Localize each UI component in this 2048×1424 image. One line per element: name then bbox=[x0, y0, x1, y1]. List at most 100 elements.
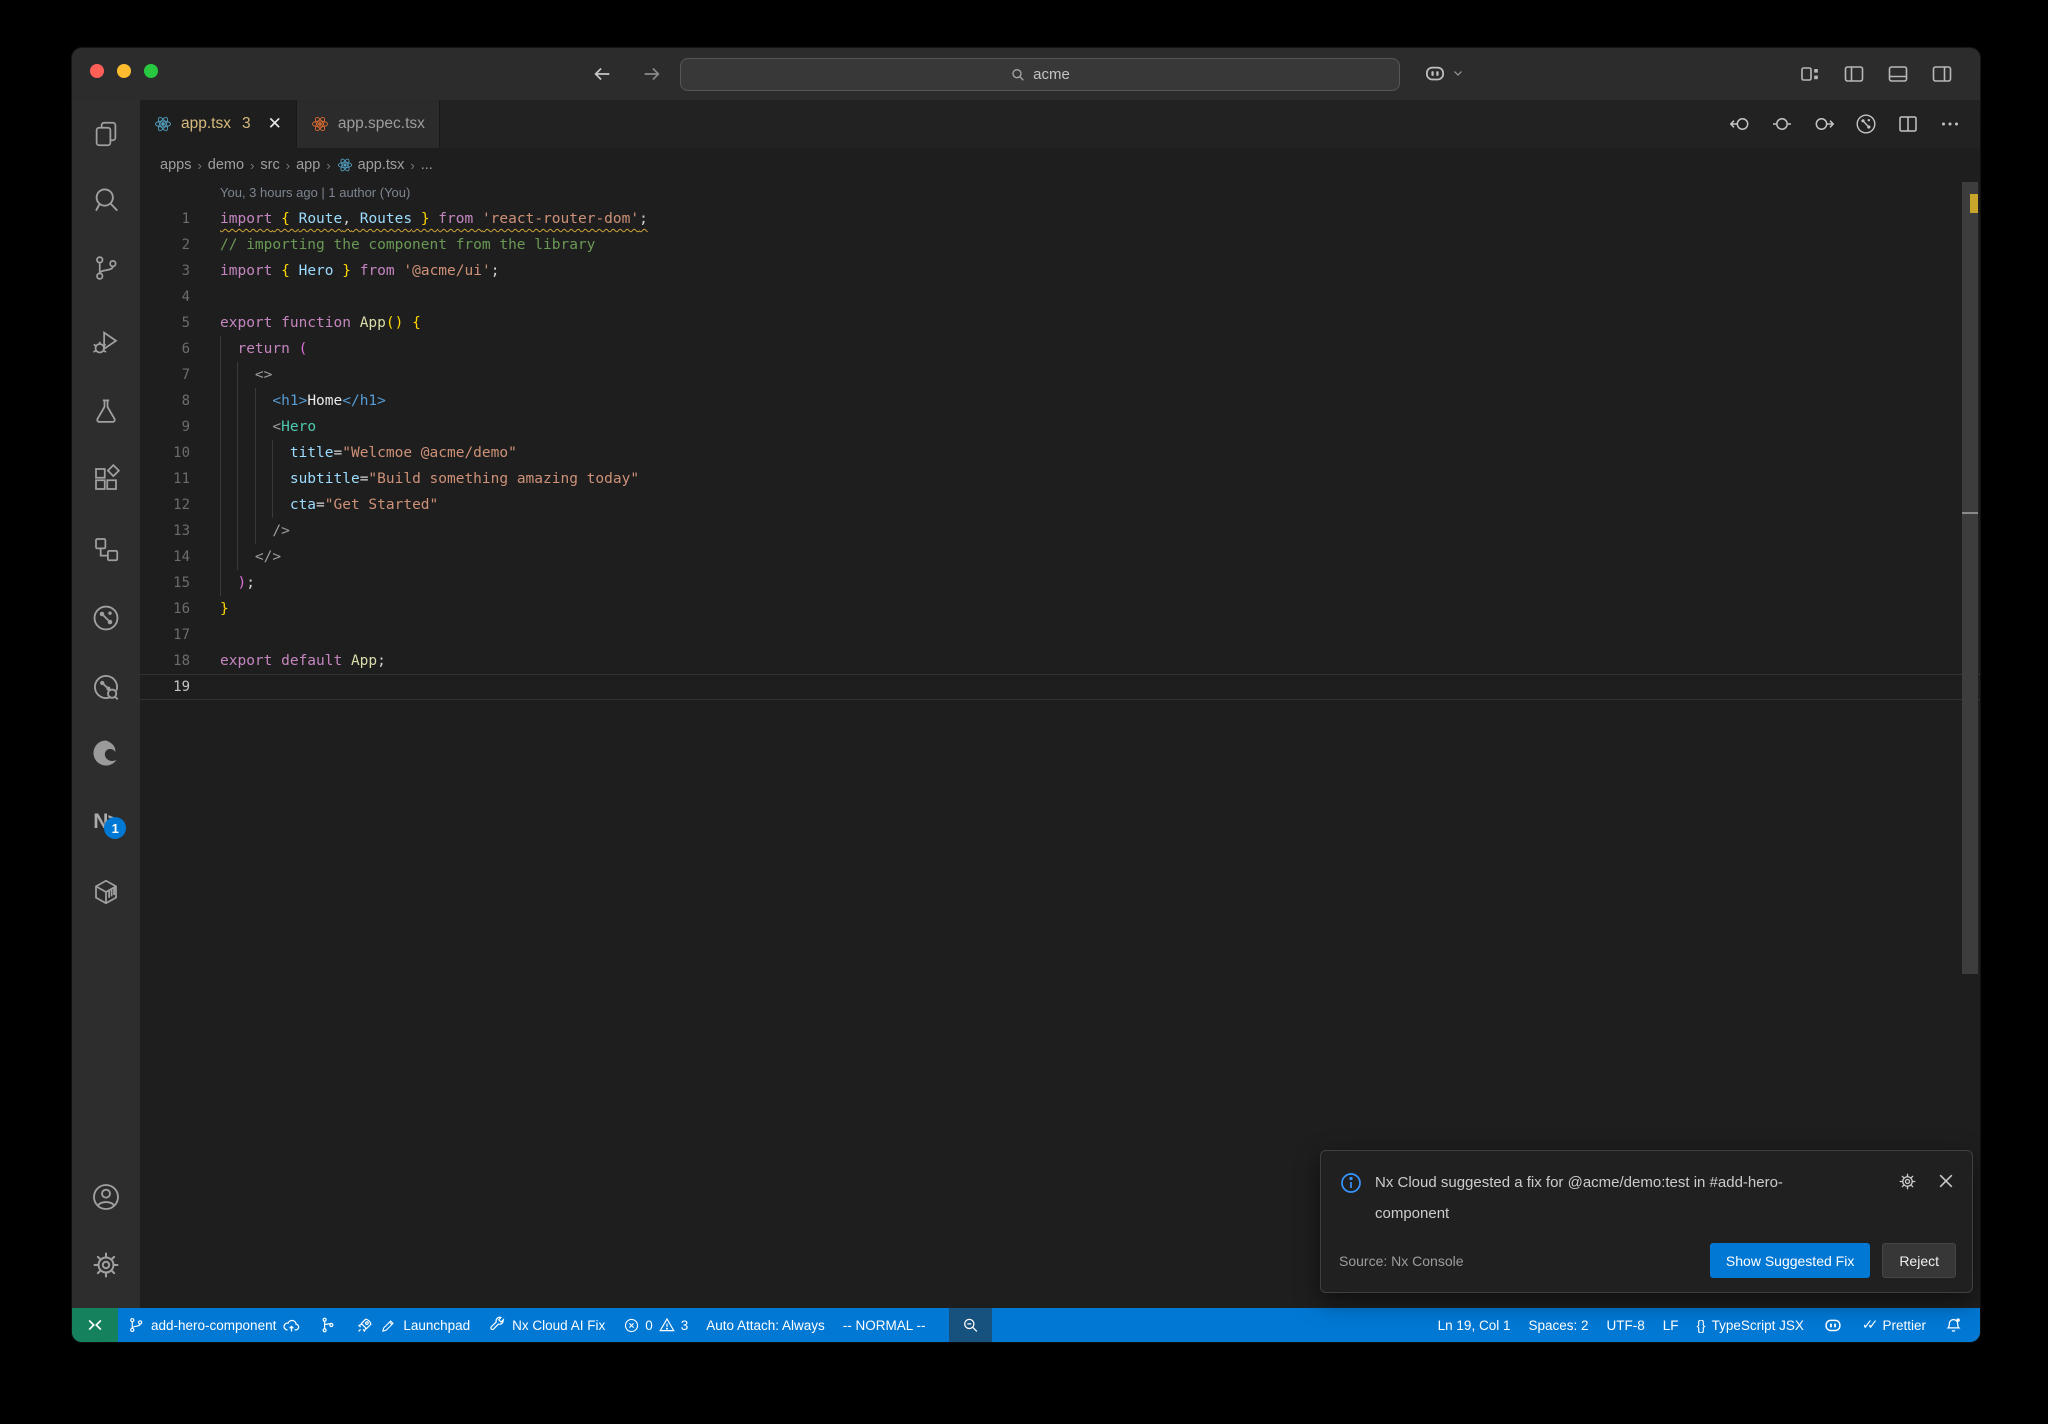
cursor-position-item[interactable]: Ln 19, Col 1 bbox=[1429, 1308, 1520, 1342]
toggle-secondary-sidebar-button[interactable] bbox=[1928, 60, 1956, 88]
code-line: 8 <h1>Home</h1> bbox=[181, 393, 386, 409]
code-line: 18 export default App; bbox=[173, 653, 386, 669]
scrollbar-track bbox=[1962, 182, 1978, 1308]
encoding-item[interactable]: UTF-8 bbox=[1598, 1308, 1654, 1342]
indent-guide bbox=[255, 388, 256, 544]
breadcrumb-item[interactable]: src bbox=[260, 157, 279, 173]
notification-source: Source: Nx Console bbox=[1339, 1252, 1464, 1269]
chevron-right-icon: › bbox=[250, 157, 255, 173]
search-icon[interactable] bbox=[86, 180, 126, 220]
nx-graph-icon[interactable] bbox=[86, 598, 126, 638]
reject-button[interactable]: Reject bbox=[1882, 1243, 1956, 1278]
run-debug-icon[interactable] bbox=[86, 322, 126, 362]
close-window-button[interactable] bbox=[90, 64, 104, 78]
code-line: 14 </> bbox=[173, 549, 282, 565]
chevron-right-icon: › bbox=[326, 157, 331, 173]
language-mode-item[interactable]: {} TypeScript JSX bbox=[1688, 1308, 1813, 1342]
breadcrumb-item[interactable]: demo bbox=[208, 157, 244, 173]
indentation-item[interactable]: Spaces: 2 bbox=[1519, 1308, 1597, 1342]
run-graph-icon[interactable] bbox=[1854, 112, 1878, 136]
tab-app-spec-tsx[interactable]: app.spec.tsx bbox=[296, 100, 440, 148]
command-center-search[interactable]: acme bbox=[680, 58, 1400, 91]
search-icon bbox=[1012, 68, 1024, 81]
git-branch-icon bbox=[130, 1317, 143, 1333]
explorer-icon[interactable] bbox=[86, 114, 126, 154]
git-branch-item[interactable]: add-hero-component bbox=[118, 1308, 310, 1342]
previous-change-icon[interactable] bbox=[1728, 112, 1752, 136]
zoom-indicator-item[interactable] bbox=[948, 1308, 992, 1342]
current-change-icon[interactable] bbox=[1770, 112, 1794, 136]
notification-settings-gear-icon[interactable] bbox=[1897, 1171, 1918, 1192]
notifications-bell-item[interactable] bbox=[1935, 1308, 1972, 1342]
eol-item[interactable]: LF bbox=[1654, 1308, 1688, 1342]
code-line: 1 import { Route, Routes } from 'react-ro… bbox=[181, 211, 648, 227]
notification-close-icon[interactable] bbox=[1936, 1171, 1956, 1191]
launchpad-label: Launchpad bbox=[403, 1317, 471, 1333]
overview-cursor-marker bbox=[1962, 512, 1978, 514]
wrench-icon bbox=[490, 1316, 505, 1331]
scrollbar-slider[interactable] bbox=[1962, 182, 1978, 974]
code-editor[interactable]: You, 3 hours ago | 1 author (You) 1 impor… bbox=[140, 182, 1980, 1308]
toggle-primary-sidebar-button[interactable] bbox=[1840, 60, 1868, 88]
breadcrumb-item-symbol[interactable]: ... bbox=[421, 157, 433, 173]
code-line: 16} bbox=[173, 601, 229, 617]
breadcrumb-item[interactable]: app bbox=[296, 157, 320, 173]
settings-gear-icon[interactable] bbox=[86, 1245, 126, 1285]
close-tab-icon[interactable]: ✕ bbox=[268, 114, 282, 134]
sidebar-left-icon bbox=[1844, 66, 1864, 82]
breadcrumb-item[interactable]: apps bbox=[160, 157, 191, 173]
source-control-icon[interactable] bbox=[86, 248, 126, 288]
double-check-icon: ✓✓ bbox=[1861, 1317, 1878, 1332]
project-structure-icon[interactable] bbox=[86, 529, 126, 569]
testing-icon[interactable] bbox=[86, 391, 126, 431]
overview-warning-marker bbox=[1970, 194, 1978, 213]
maximize-window-button[interactable] bbox=[144, 64, 158, 78]
breadcrumb-item-file[interactable]: app.tsx bbox=[337, 157, 404, 173]
nx-console-icon[interactable]: N>1 bbox=[86, 802, 126, 842]
launchpad-item[interactable]: Launchpad bbox=[346, 1308, 479, 1342]
customize-layout-button[interactable] bbox=[1796, 60, 1824, 88]
code-line: 4 bbox=[181, 289, 190, 305]
copilot-status-item[interactable] bbox=[1813, 1308, 1853, 1342]
copilot-menu-button[interactable] bbox=[1422, 60, 1464, 86]
tab-bar: app.tsx 3 ✕ app.spec.tsx bbox=[140, 100, 1980, 148]
nx-cloud-fix-item[interactable]: Nx Cloud AI Fix bbox=[479, 1308, 614, 1342]
tab-app-tsx[interactable]: app.tsx 3 ✕ bbox=[140, 100, 297, 148]
branch-name: add-hero-component bbox=[151, 1317, 277, 1333]
chevron-right-icon: › bbox=[285, 157, 291, 173]
nx-badge: 1 bbox=[103, 817, 126, 839]
publish-cloud-icon bbox=[283, 1319, 300, 1331]
vim-mode-item[interactable]: -- NORMAL -- bbox=[834, 1308, 935, 1342]
nx-graph-search-icon[interactable] bbox=[86, 667, 126, 707]
problems-item[interactable]: 0 3 bbox=[614, 1308, 697, 1342]
minimize-window-button[interactable] bbox=[117, 64, 131, 78]
formatter-item[interactable]: ✓✓ Prettier bbox=[1853, 1308, 1935, 1342]
navigate-forward-button[interactable] bbox=[638, 60, 666, 88]
code-line: 5 export function App() { bbox=[181, 315, 421, 331]
toggle-panel-button[interactable] bbox=[1884, 60, 1912, 88]
auto-attach-item[interactable]: Auto Attach: Always bbox=[697, 1308, 834, 1342]
split-editor-icon[interactable] bbox=[1896, 112, 1920, 136]
edge-browser-icon[interactable] bbox=[86, 733, 126, 773]
arrow-right-icon bbox=[644, 67, 660, 81]
more-actions-icon[interactable] bbox=[1938, 112, 1962, 136]
code-line: 11 subtitle="Build something amazing tod… bbox=[173, 471, 640, 487]
code-line: 9 <Hero bbox=[181, 419, 317, 435]
navigate-back-button[interactable] bbox=[588, 60, 616, 88]
next-change-icon[interactable] bbox=[1812, 112, 1836, 136]
rocket-icon bbox=[358, 1318, 372, 1332]
git-graph-item[interactable] bbox=[310, 1308, 346, 1342]
remote-indicator[interactable] bbox=[72, 1308, 118, 1342]
tab-problems-badge: 3 bbox=[241, 115, 251, 132]
indent-guide bbox=[220, 336, 221, 596]
notification-toast: Nx Cloud suggested a fix for @acme/demo:… bbox=[1320, 1150, 1973, 1293]
search-value: acme bbox=[1033, 66, 1070, 83]
package-icon[interactable] bbox=[86, 872, 126, 912]
react-test-icon bbox=[311, 116, 328, 132]
show-suggested-fix-button[interactable]: Show Suggested Fix bbox=[1709, 1243, 1871, 1278]
code-line: 10 title="Welcmoe @acme/demo" bbox=[173, 445, 517, 461]
accounts-icon[interactable] bbox=[86, 1177, 126, 1217]
extensions-icon[interactable] bbox=[86, 459, 126, 499]
indent-guide bbox=[237, 362, 238, 570]
layout-icon bbox=[1801, 67, 1818, 81]
